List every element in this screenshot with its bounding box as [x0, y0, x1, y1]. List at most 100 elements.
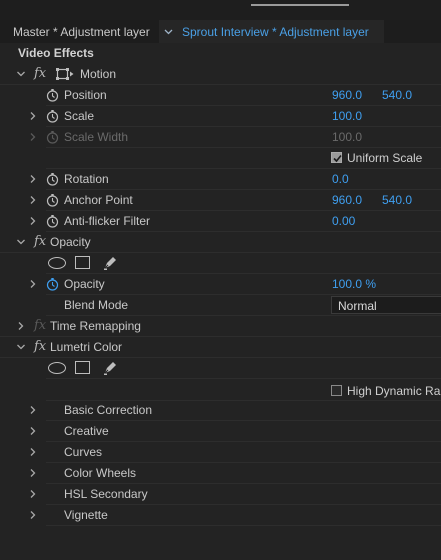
blend-mode-select[interactable]: Normal: [331, 296, 441, 314]
video-effects-title: Video Effects: [18, 46, 94, 60]
property-scale: Scale 100.0: [0, 106, 441, 127]
uniform-scale-label: Uniform Scale: [347, 151, 423, 165]
tab-sequence-clip[interactable]: Sprout Interview * Adjustment layer: [159, 20, 384, 43]
mask-tools: [48, 254, 128, 274]
twirl-closed-icon[interactable]: [28, 216, 38, 226]
twirl-closed-icon[interactable]: [28, 489, 38, 499]
transform-icon[interactable]: [56, 68, 74, 80]
property-scale-width: Scale Width 100.0: [0, 127, 441, 148]
effect-time-remapping: fx Time Remapping: [0, 316, 441, 337]
twirl-closed-icon[interactable]: [28, 132, 38, 142]
effect-motion-label: Motion: [80, 67, 117, 81]
position-x-value[interactable]: 960.0: [332, 88, 362, 102]
opacity-mask-tools-row: [0, 253, 441, 274]
lumetri-group-basic-correction[interactable]: Basic Correction: [0, 400, 441, 421]
stopwatch-icon[interactable]: [46, 173, 59, 186]
effect-opacity-label: Opacity: [50, 235, 91, 249]
ellipse-mask-icon[interactable]: [48, 362, 66, 374]
lumetri-group-hsl-secondary[interactable]: HSL Secondary: [0, 484, 441, 505]
anti-flicker-label: Anti-flicker Filter: [64, 214, 151, 228]
stopwatch-icon[interactable]: [46, 194, 59, 207]
property-anchor-point: Anchor Point 960.0 540.0: [0, 190, 441, 211]
twirl-closed-icon[interactable]: [28, 174, 38, 184]
property-uniform-scale: Uniform Scale: [0, 148, 441, 169]
anti-flicker-value[interactable]: 0.00: [332, 214, 355, 228]
lumetri-group-label: Basic Correction: [64, 403, 153, 417]
stopwatch-icon[interactable]: [46, 110, 59, 123]
fx-disabled-icon: fx: [34, 318, 47, 333]
rectangle-mask-icon[interactable]: [75, 256, 90, 269]
tab-sequence-clip-label: Sprout Interview * Adjustment layer: [182, 25, 369, 39]
twirl-closed-icon[interactable]: [28, 111, 38, 121]
lumetri-group-creative[interactable]: Creative: [0, 421, 441, 442]
scale-label: Scale: [64, 109, 95, 123]
twirl-closed-icon[interactable]: [28, 195, 38, 205]
anchor-point-label: Anchor Point: [64, 193, 133, 207]
lumetri-group-label: Curves: [64, 445, 103, 459]
uniform-scale-checkbox[interactable]: [331, 152, 342, 163]
twirl-closed-icon[interactable]: [28, 279, 38, 289]
video-effects-header: Video Effects: [0, 43, 441, 63]
clip-tabs: Master * Adjustment layer Sprout Intervi…: [0, 20, 441, 43]
chevron-down-icon[interactable]: [164, 27, 173, 36]
twirl-closed-icon[interactable]: [28, 426, 38, 436]
pen-mask-icon[interactable]: [102, 360, 118, 376]
effect-lumetri-color: fx Lumetri Color: [0, 337, 441, 358]
effect-motion: fx Motion: [0, 64, 441, 85]
ellipse-mask-icon[interactable]: [48, 257, 66, 269]
lumetri-group-vignette[interactable]: Vignette: [0, 505, 441, 526]
fx-toggle-icon[interactable]: fx: [34, 234, 46, 249]
active-panel-indicator: [251, 4, 349, 6]
stopwatch-active-icon[interactable]: [46, 278, 59, 291]
twirl-open-icon[interactable]: [16, 342, 26, 352]
effect-opacity: fx Opacity: [0, 232, 441, 253]
fx-toggle-icon[interactable]: fx: [34, 66, 46, 81]
lumetri-group-color-wheels[interactable]: Color Wheels: [0, 463, 441, 484]
twirl-closed-icon[interactable]: [28, 510, 38, 520]
property-opacity: Opacity 100.0 %: [0, 274, 441, 295]
lumetri-group-curves[interactable]: Curves: [0, 442, 441, 463]
opacity-value[interactable]: 100.0 %: [332, 277, 376, 291]
twirl-open-icon[interactable]: [16, 69, 26, 79]
pen-mask-icon[interactable]: [102, 255, 118, 271]
lumetri-group-label: Vignette: [64, 508, 108, 522]
lumetri-group-label: Color Wheels: [64, 466, 137, 480]
scale-value[interactable]: 100.0: [332, 109, 362, 123]
high-dynamic-range-label: High Dynamic Ran: [347, 384, 441, 398]
rotation-label: Rotation: [64, 172, 109, 186]
mask-tools: [48, 359, 128, 379]
blend-mode-label: Blend Mode: [64, 298, 129, 312]
lumetri-mask-tools-row: [0, 358, 441, 379]
property-anti-flicker: Anti-flicker Filter 0.00: [0, 211, 441, 232]
property-high-dynamic-range: High Dynamic Ran: [0, 379, 441, 401]
rectangle-mask-icon[interactable]: [75, 361, 90, 374]
rotation-value[interactable]: 0.0: [332, 172, 349, 186]
lumetri-group-label: Creative: [64, 424, 109, 438]
twirl-closed-icon[interactable]: [28, 447, 38, 457]
fx-toggle-icon[interactable]: fx: [34, 339, 46, 354]
twirl-open-icon[interactable]: [16, 237, 26, 247]
effect-lumetri-color-label: Lumetri Color: [50, 340, 123, 354]
stopwatch-icon[interactable]: [46, 215, 59, 228]
effect-time-remapping-label: Time Remapping: [50, 319, 141, 333]
property-rotation: Rotation 0.0: [0, 169, 441, 190]
lumetri-group-label: HSL Secondary: [64, 487, 148, 501]
property-position: Position 960.0 540.0: [0, 85, 441, 106]
high-dynamic-range-checkbox[interactable]: [331, 385, 342, 396]
divider: [46, 525, 441, 526]
stopwatch-disabled-icon: [46, 131, 59, 144]
opacity-label: Opacity: [64, 277, 105, 291]
twirl-closed-icon[interactable]: [28, 405, 38, 415]
position-label: Position: [64, 88, 107, 102]
twirl-closed-icon[interactable]: [16, 321, 26, 331]
tab-master-clip[interactable]: Master * Adjustment layer: [13, 25, 150, 39]
scale-width-value: 100.0: [332, 130, 363, 144]
panel-top-strip: [0, 0, 441, 20]
property-blend-mode: Blend Mode Normal: [0, 295, 441, 316]
stopwatch-icon[interactable]: [46, 89, 59, 102]
position-y-value[interactable]: 540.0: [382, 88, 412, 102]
scale-width-label: Scale Width: [64, 130, 129, 144]
anchor-point-x-value[interactable]: 960.0: [332, 193, 362, 207]
anchor-point-y-value[interactable]: 540.0: [382, 193, 412, 207]
twirl-closed-icon[interactable]: [28, 468, 38, 478]
